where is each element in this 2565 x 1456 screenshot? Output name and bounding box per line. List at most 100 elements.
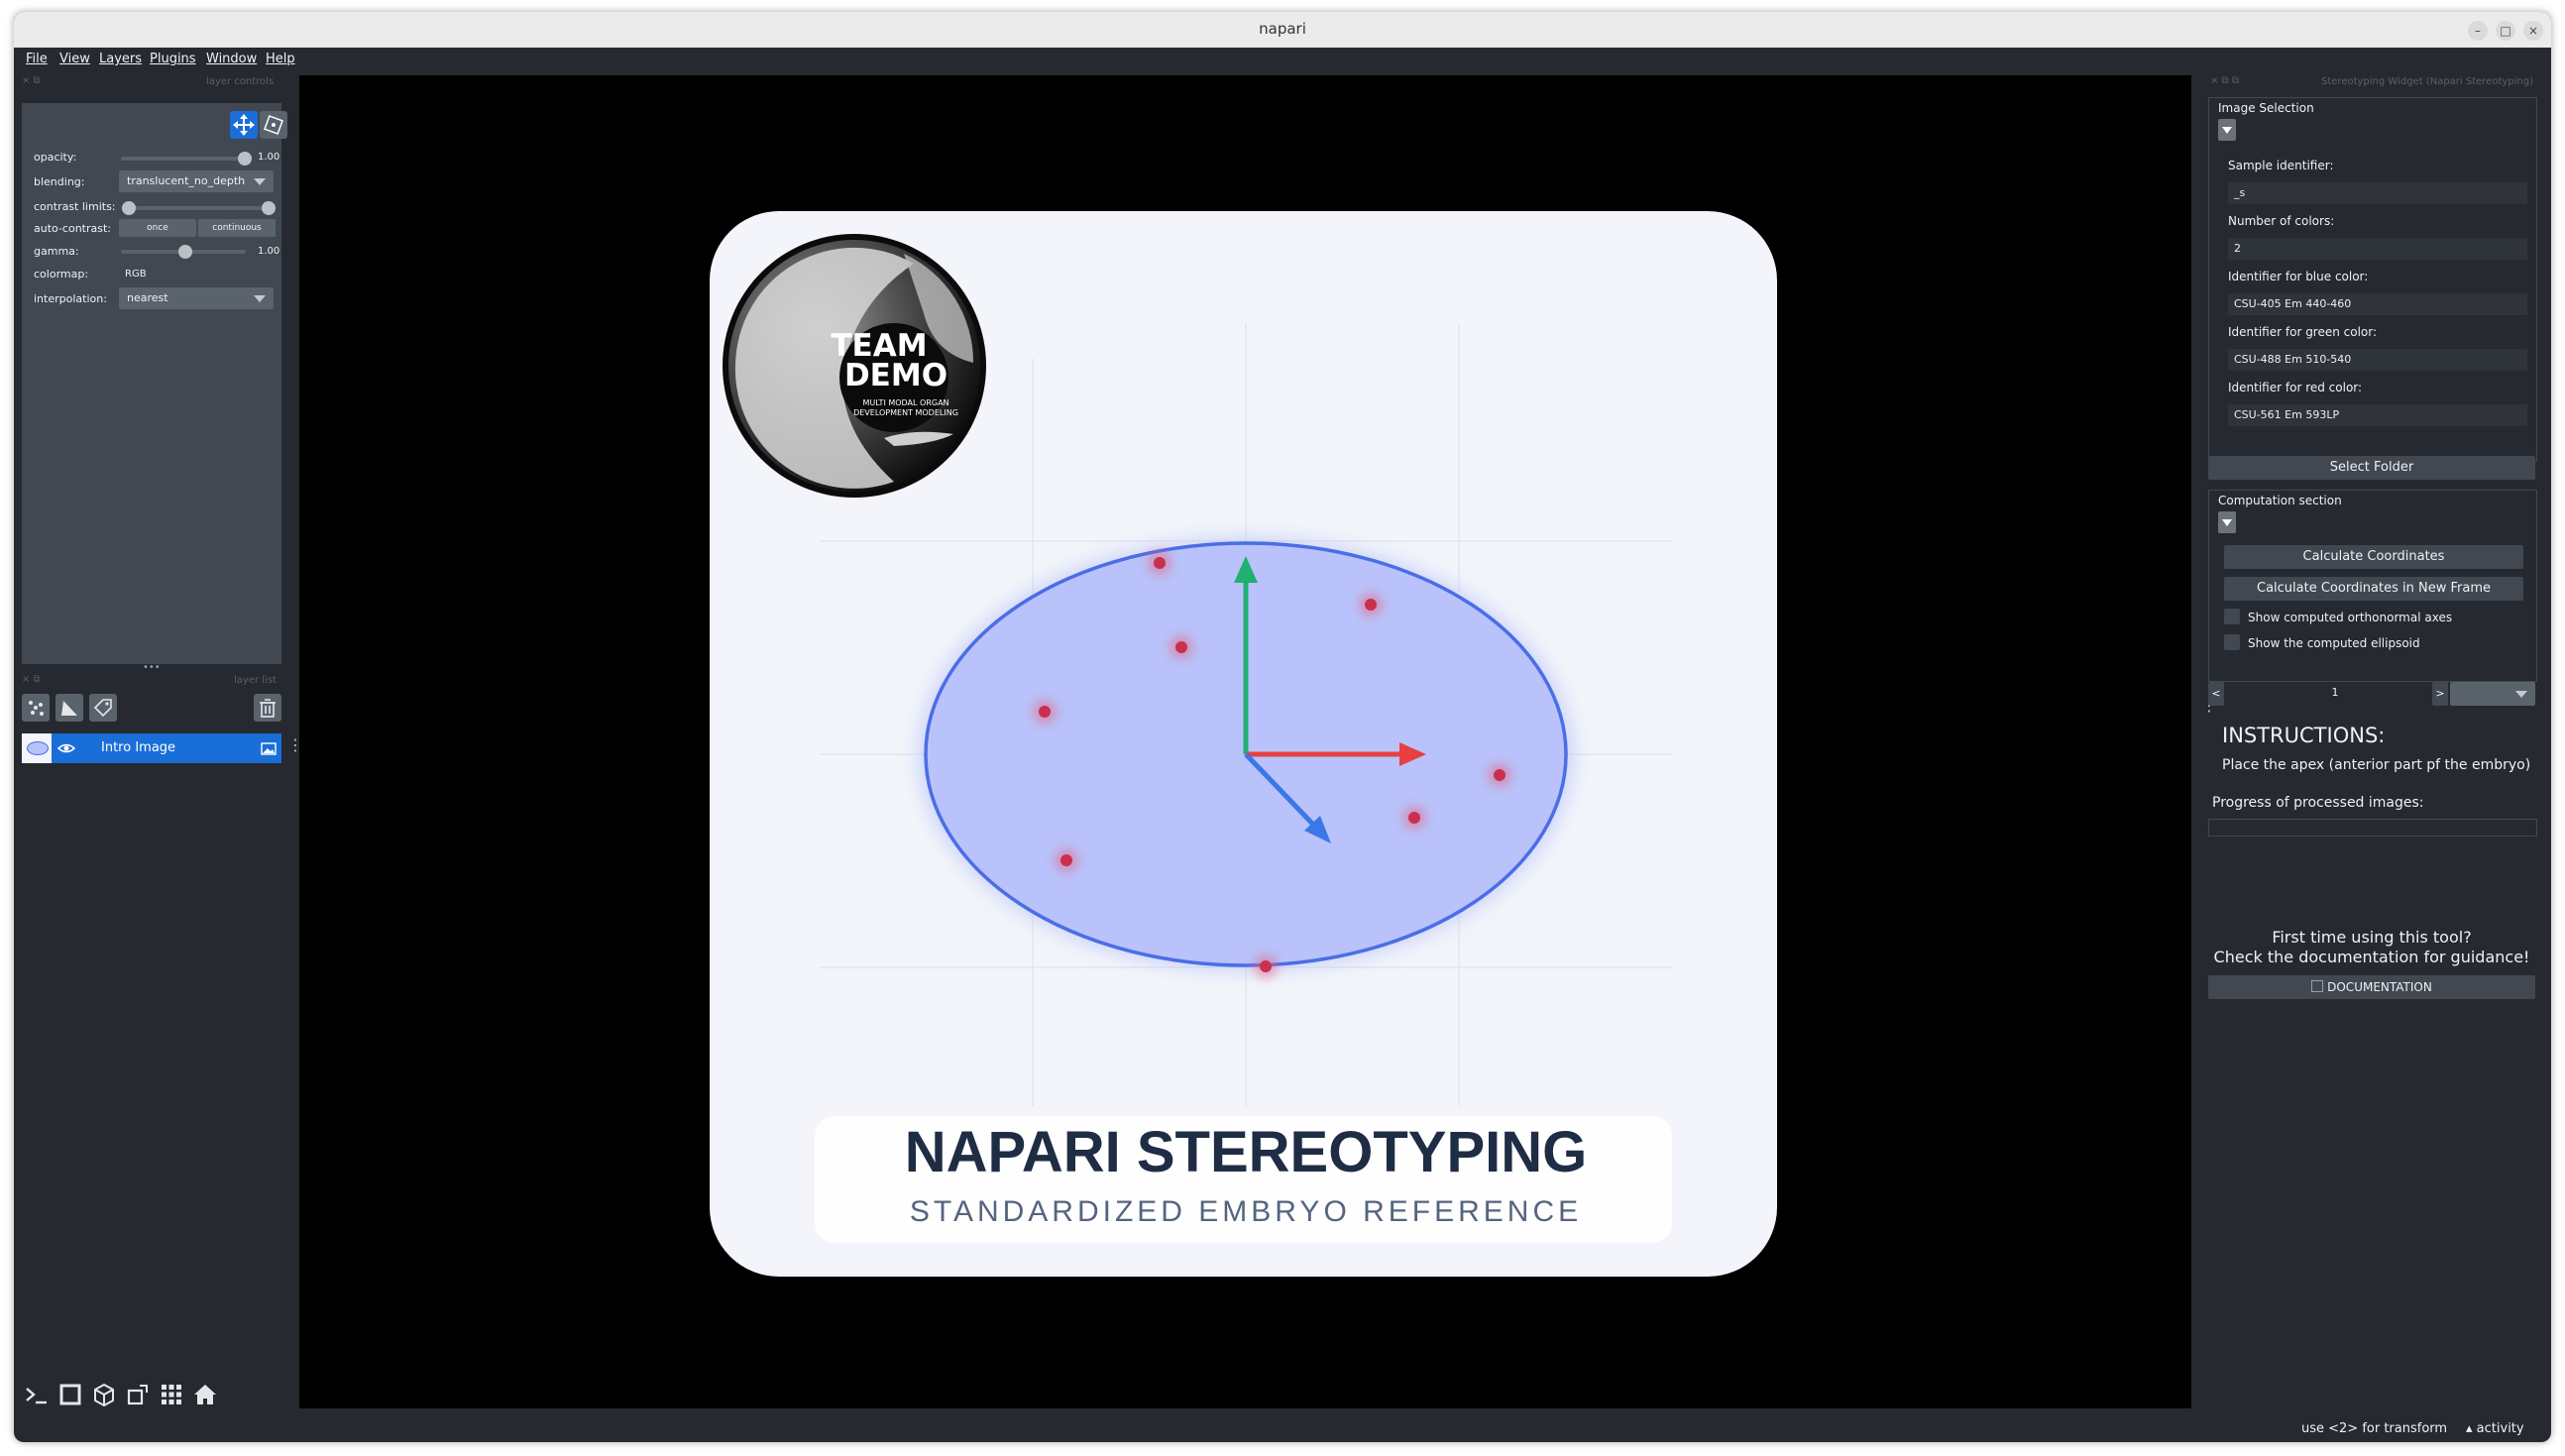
computation-collapse-button[interactable]: [2218, 511, 2236, 533]
dock-close-icon[interactable]: × ⧉ ⧉: [2210, 75, 2239, 89]
colormap-label: colormap:: [34, 268, 89, 280]
next-image-button[interactable]: >: [2432, 682, 2448, 706]
blue-identifier-label: Identifier for blue color:: [2228, 270, 2369, 283]
show-axes-checkbox[interactable]: [2224, 609, 2240, 624]
documentation-button[interactable]: DOCUMENTATION: [2208, 975, 2535, 999]
viewer-canvas[interactable]: TEAM DEMO MULTI MODAL ORGAN DEVELOPMENT …: [299, 75, 2191, 1408]
landmark-point: [1254, 954, 1278, 978]
landmark-point: [1359, 593, 1383, 616]
documentation-label: DOCUMENTATION: [2327, 980, 2432, 994]
interpolation-combo[interactable]: nearest: [119, 287, 274, 309]
image-type-icon: [261, 742, 277, 755]
image-select-dropdown[interactable]: [2450, 682, 2535, 706]
roll-dims-button[interactable]: [89, 1380, 119, 1409]
gamma-slider-handle[interactable]: [178, 245, 192, 259]
blending-combo[interactable]: translucent_no_depth: [119, 170, 274, 192]
check-docs-text: Check the documentation for guidance!: [2213, 948, 2530, 966]
dock-close-icon[interactable]: × ⧉: [22, 75, 41, 89]
menu-view[interactable]: View: [59, 52, 90, 66]
close-button[interactable]: ×: [2523, 21, 2543, 41]
gamma-label: gamma:: [34, 245, 79, 258]
new-points-layer-button[interactable]: [22, 694, 50, 722]
logo-text-demo: DEMO: [844, 358, 948, 393]
contrast-limits-slider[interactable]: [129, 206, 268, 210]
transform-button[interactable]: [260, 111, 287, 139]
layer-thumbnail: [22, 733, 52, 763]
new-shapes-layer-button[interactable]: [56, 694, 83, 722]
transpose-dims-button[interactable]: [123, 1380, 153, 1409]
blue-identifier-input[interactable]: CSU-405 Em 440-460: [2228, 293, 2527, 315]
instructions-title: INSTRUCTIONS:: [2222, 724, 2386, 747]
layer-list-header: layer list: [234, 675, 277, 686]
contrast-min-handle[interactable]: [122, 201, 136, 215]
layer-type: [260, 739, 278, 757]
gamma-value: 1.00: [258, 246, 280, 257]
show-ellipsoid-label: Show the computed ellipsoid: [2248, 636, 2420, 650]
delete-layer-button[interactable]: [254, 694, 281, 722]
widget-header: Stereotyping Widget (Napari Stereotyping…: [2321, 76, 2533, 87]
green-identifier-label: Identifier for green color:: [2228, 325, 2378, 339]
dock-splitter[interactable]: •••: [143, 662, 161, 673]
status-hint: use <2> for transform: [2301, 1421, 2448, 1436]
intro-title: NAPARI STEREOTYPING: [905, 1120, 1588, 1184]
menu-window[interactable]: Window: [206, 52, 257, 66]
num-colors-input[interactable]: 2: [2228, 238, 2527, 260]
ndisplay-button[interactable]: [56, 1380, 85, 1409]
continuous-button[interactable]: continuous: [198, 219, 276, 237]
logo-text-sub1: MULTI MODAL ORGAN: [862, 398, 948, 407]
opacity-value: 1.00: [258, 152, 280, 163]
show-axes-label: Show computed orthonormal axes: [2248, 611, 2453, 624]
menu-plugins[interactable]: Plugins: [150, 52, 196, 66]
prev-image-button[interactable]: <: [2208, 682, 2224, 706]
chevron-up-icon: ▴: [2466, 1421, 2473, 1436]
new-labels-layer-button[interactable]: [89, 694, 117, 722]
opacity-slider[interactable]: [121, 157, 246, 161]
dock-close-icon[interactable]: × ⧉: [22, 674, 41, 688]
visibility-toggle[interactable]: [56, 739, 76, 757]
grid-view-button[interactable]: [157, 1380, 186, 1409]
show-ellipsoid-checkbox[interactable]: [2224, 634, 2240, 650]
image-index-spinbox[interactable]: 1: [2228, 682, 2442, 706]
num-colors-label: Number of colors:: [2228, 214, 2335, 228]
once-button[interactable]: once: [119, 219, 196, 237]
window-title: napari: [1259, 20, 1306, 38]
blending-label: blending:: [34, 175, 85, 188]
opacity-slider-handle[interactable]: [238, 152, 252, 166]
progress-bar: [2208, 819, 2537, 837]
menu-layers[interactable]: Layers: [99, 52, 142, 66]
contrast-limits-label: contrast limits:: [34, 200, 116, 213]
maximize-button[interactable]: □: [2496, 21, 2515, 41]
transform-icon: [264, 115, 283, 135]
landmark-point: [1170, 635, 1193, 659]
layer-name[interactable]: Intro Image: [101, 740, 175, 755]
minimize-button[interactable]: –: [2468, 21, 2488, 41]
landmark-point: [1402, 806, 1426, 830]
activity-label: activity: [2476, 1421, 2524, 1436]
green-identifier-input[interactable]: CSU-488 Em 510-540: [2228, 349, 2527, 371]
image-selection-label: Image Selection: [2218, 101, 2314, 115]
logo-text-sub2: DEVELOPMENT MODELING: [853, 408, 958, 417]
image-selection-collapse-button[interactable]: [2218, 119, 2236, 141]
menu-file[interactable]: File: [26, 52, 48, 66]
layer-row[interactable]: Intro Image: [22, 733, 281, 763]
interpolation-value: nearest: [127, 291, 168, 304]
blending-value: translucent_no_depth: [127, 174, 246, 187]
red-identifier-input[interactable]: CSU-561 Em 593LP: [2228, 404, 2527, 426]
computation-label: Computation section: [2218, 494, 2342, 507]
pan-zoom-icon: [233, 114, 255, 136]
menu-help[interactable]: Help: [266, 52, 295, 66]
calculate-coordinates-new-frame-button[interactable]: Calculate Coordinates in New Frame: [2224, 577, 2523, 601]
layer-controls-panel: opacity: 1.00 blending: translucent_no_d…: [22, 103, 287, 664]
activity-button[interactable]: ▴ activity: [2466, 1421, 2524, 1436]
reset-view-button[interactable]: [190, 1380, 220, 1409]
home-icon: [194, 1385, 216, 1404]
calculate-coordinates-button[interactable]: Calculate Coordinates: [2224, 545, 2523, 569]
chevron-down-icon: [2515, 691, 2527, 698]
sample-id-input[interactable]: _s: [2228, 182, 2527, 204]
points-layer-icon: [29, 701, 44, 716]
transpose-icon: [127, 1385, 148, 1405]
contrast-max-handle[interactable]: [262, 201, 276, 215]
pan-zoom-button[interactable]: [230, 111, 258, 139]
select-folder-button[interactable]: Select Folder: [2208, 456, 2535, 480]
console-button[interactable]: [22, 1380, 52, 1409]
